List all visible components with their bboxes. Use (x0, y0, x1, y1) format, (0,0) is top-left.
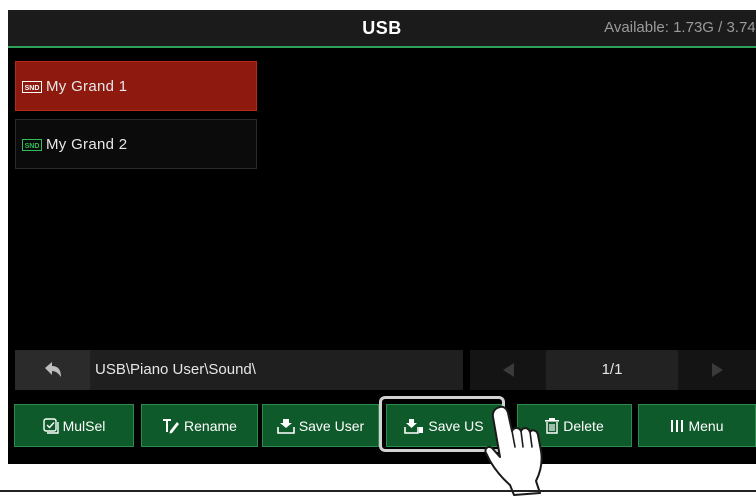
title-bar: USB Available: 1.73G / 3.740 (8, 10, 756, 48)
next-page-button[interactable] (678, 350, 756, 390)
save-user-button[interactable]: Save User (262, 404, 379, 447)
mulsel-button[interactable]: MulSel (14, 404, 134, 447)
menu-bars-icon (671, 419, 684, 432)
menu-button[interactable]: Menu (638, 404, 756, 447)
back-button[interactable] (15, 350, 90, 390)
rename-label: Rename (184, 417, 237, 434)
pager: 1/1 (470, 350, 756, 390)
divider (0, 490, 756, 492)
svg-text:SND: SND (25, 143, 40, 150)
triangle-right-icon (712, 363, 723, 377)
snd-file-icon: SND (22, 139, 42, 151)
save-user-label: Save User (298, 417, 365, 434)
svg-text:SND: SND (25, 85, 40, 92)
prev-page-button[interactable] (470, 350, 546, 390)
mulsel-label: MulSel (62, 417, 106, 434)
snd-file-icon: SND (22, 81, 42, 93)
multi-select-icon (42, 417, 59, 434)
pointing-hand-icon (484, 405, 543, 496)
file-item-my-grand-2[interactable]: SND My Grand 2 (15, 119, 257, 169)
file-name: My Grand 2 (46, 136, 128, 153)
rename-icon (163, 418, 180, 433)
rename-button[interactable]: Rename (141, 404, 258, 447)
save-user-icon (277, 418, 295, 434)
page-indicator: 1/1 (546, 350, 678, 390)
file-item-my-grand-1[interactable]: SND My Grand 1 (15, 61, 257, 111)
path-bar: USB\Piano User\Sound\ (15, 350, 463, 390)
menu-label: Menu (688, 417, 724, 434)
current-path: USB\Piano User\Sound\ (95, 361, 256, 378)
delete-label: Delete (563, 417, 604, 434)
back-arrow-icon (45, 362, 61, 377)
file-name: My Grand 1 (46, 78, 128, 95)
storage-available: Available: 1.73G / 3.740 (604, 19, 756, 36)
triangle-left-icon (503, 363, 514, 377)
